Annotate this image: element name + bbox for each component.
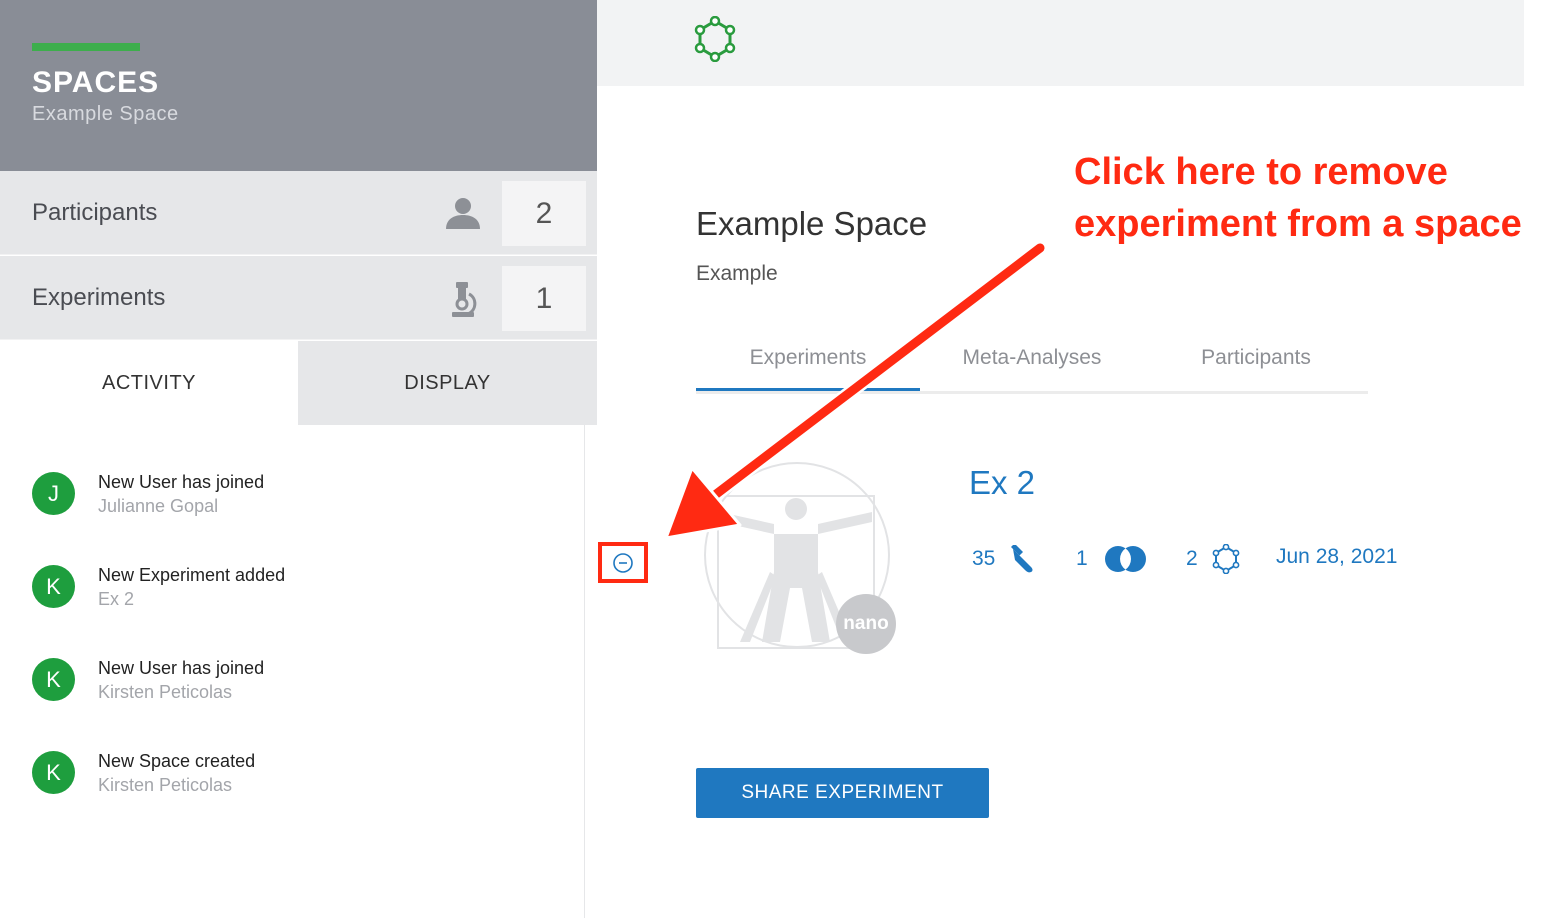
- nano-badge: nano: [836, 594, 896, 654]
- avatar: K: [32, 565, 75, 608]
- remove-experiment-button[interactable]: [598, 542, 648, 583]
- sidebar-tabs: ACTIVITY DISPLAY: [0, 341, 597, 425]
- tab-participants[interactable]: Participants: [1144, 336, 1368, 391]
- sidebar-accent-bar: [32, 43, 140, 51]
- page-title: Example Space: [696, 205, 928, 242]
- comparisons-stat: 1: [1076, 543, 1150, 575]
- experiment-name-link[interactable]: Ex 2: [969, 464, 1035, 502]
- analyses-stat: 2: [1186, 543, 1240, 575]
- activity-subtitle: Kirsten Peticolas: [98, 775, 233, 795]
- tab-display[interactable]: DISPLAY: [298, 341, 597, 425]
- sidebar-header: SPACES Example Space: [0, 0, 597, 171]
- main-content: Example Space Example Experiments Meta-A…: [597, 0, 1544, 918]
- comparisons-count: 1: [1076, 547, 1088, 570]
- samples-stat: 35: [972, 543, 1037, 575]
- participants-stat-row[interactable]: Participants 2: [0, 171, 597, 255]
- experiments-count: 1: [502, 266, 586, 331]
- top-bar: [597, 0, 1524, 86]
- share-experiment-button[interactable]: SHARE EXPERIMENT: [696, 768, 989, 818]
- avatar: J: [32, 472, 75, 515]
- tab-experiments[interactable]: Experiments: [696, 336, 920, 391]
- avatar: K: [32, 658, 75, 701]
- app-root: SPACES Example Space Participants 2 Expe…: [0, 0, 1544, 918]
- person-icon: [446, 198, 480, 229]
- list-item: K New Experiment added Ex 2: [32, 565, 572, 625]
- venn-diagram-icon: [1104, 546, 1146, 572]
- experiments-label: Experiments: [32, 284, 166, 311]
- activity-title: New Space created: [98, 751, 256, 771]
- participants-label: Participants: [32, 199, 158, 226]
- experiment-date: Jun 28, 2021: [1276, 545, 1398, 568]
- experiments-stat-row[interactable]: Experiments 1: [0, 256, 597, 340]
- sidebar-subtitle: Example Space: [32, 103, 179, 125]
- participants-count: 2: [502, 181, 586, 246]
- analyses-count: 2: [1186, 547, 1198, 570]
- tab-activity[interactable]: ACTIVITY: [0, 341, 298, 425]
- annotation-line-1: Click here to remove: [1074, 151, 1448, 193]
- samples-count: 35: [972, 547, 996, 570]
- activity-title: New User has joined: [98, 472, 265, 492]
- annotation-text: Click here to remove experiment from a s…: [1074, 146, 1522, 250]
- space-description: Example: [696, 262, 778, 285]
- activity-title: New User has joined: [98, 658, 265, 678]
- microscope-icon: [452, 282, 477, 317]
- list-item: K New Space created Kirsten Peticolas: [32, 751, 572, 811]
- test-tube-icon: [1011, 545, 1033, 573]
- annotation-line-2: experiment from a space: [1074, 203, 1522, 245]
- avatar: K: [32, 751, 75, 794]
- network-hexagon-icon: [1212, 544, 1240, 574]
- activity-subtitle: Julianne Gopal: [98, 496, 219, 516]
- tab-meta-analyses[interactable]: Meta-Analyses: [920, 336, 1144, 391]
- minus-circle-icon: [613, 552, 633, 573]
- list-item: J New User has joined Julianne Gopal: [32, 472, 572, 532]
- list-item: K New User has joined Kirsten Peticolas: [32, 658, 572, 718]
- activity-title: New Experiment added: [98, 565, 286, 585]
- network-hexagon-icon[interactable]: [694, 16, 736, 62]
- activity-subtitle: Kirsten Peticolas: [98, 682, 233, 702]
- sidebar-title: SPACES: [32, 66, 160, 99]
- activity-list: J New User has joined Julianne Gopal K N…: [0, 425, 585, 918]
- activity-subtitle: Ex 2: [98, 589, 135, 609]
- sidebar: SPACES Example Space Participants 2 Expe…: [0, 0, 597, 918]
- main-tabs: Experiments Meta-Analyses Participants: [696, 336, 1368, 394]
